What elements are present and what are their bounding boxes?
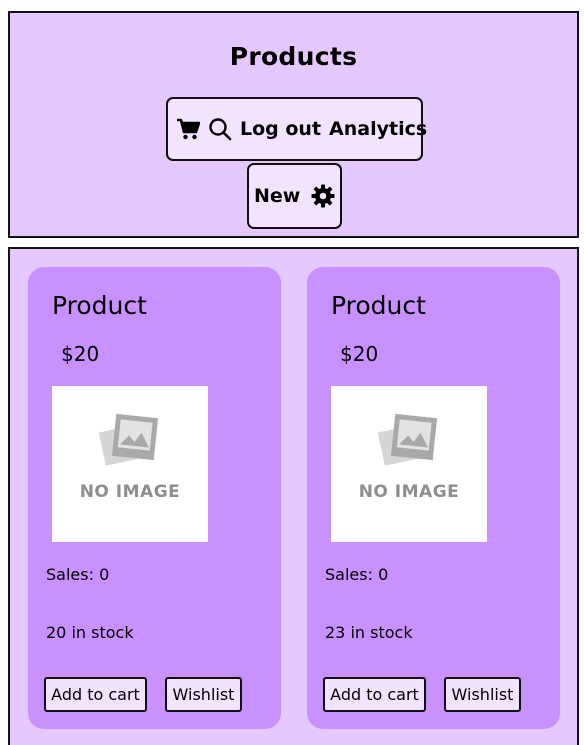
wishlist-button[interactable]: Wishlist (444, 677, 521, 712)
add-to-cart-button[interactable]: Add to cart (323, 677, 426, 712)
no-image-label: NO IMAGE (358, 482, 460, 502)
image-icon (377, 413, 438, 466)
logout-button[interactable]: Log out (240, 118, 321, 140)
product-image-placeholder: NO IMAGE (331, 386, 487, 542)
wishlist-button[interactable]: Wishlist (165, 677, 242, 712)
header-button-group: Log out Analytics (166, 97, 427, 161)
image-icon (98, 413, 159, 466)
add-to-cart-button[interactable]: Add to cart (44, 677, 147, 712)
page-title: Products (229, 42, 358, 71)
product-card: Product $20 NO IMAGE Sales: 0 23 in stoc… (307, 267, 560, 729)
header: Products Log out Analytics New (8, 11, 579, 238)
product-stock: 20 in stock (46, 623, 134, 642)
product-name: Product (331, 291, 426, 320)
product-sales: Sales: 0 (325, 565, 389, 584)
gear-icon[interactable] (310, 183, 336, 209)
new-button[interactable]: New (254, 185, 300, 207)
product-card: Product $20 NO IMAGE Sales: 0 20 in stoc… (28, 267, 281, 729)
product-sales: Sales: 0 (46, 565, 110, 584)
product-image-placeholder: NO IMAGE (52, 386, 208, 542)
no-image-label: NO IMAGE (79, 482, 181, 502)
product-stock: 23 in stock (325, 623, 413, 642)
header-button-group-2: New (247, 163, 342, 229)
product-price: $20 (340, 342, 379, 366)
analytics-button[interactable]: Analytics (329, 118, 427, 140)
product-price: $20 (61, 342, 100, 366)
search-icon[interactable] (208, 116, 232, 142)
product-list: Product $20 NO IMAGE Sales: 0 20 in stoc… (8, 247, 579, 745)
cart-icon[interactable] (176, 116, 200, 142)
product-name: Product (52, 291, 147, 320)
